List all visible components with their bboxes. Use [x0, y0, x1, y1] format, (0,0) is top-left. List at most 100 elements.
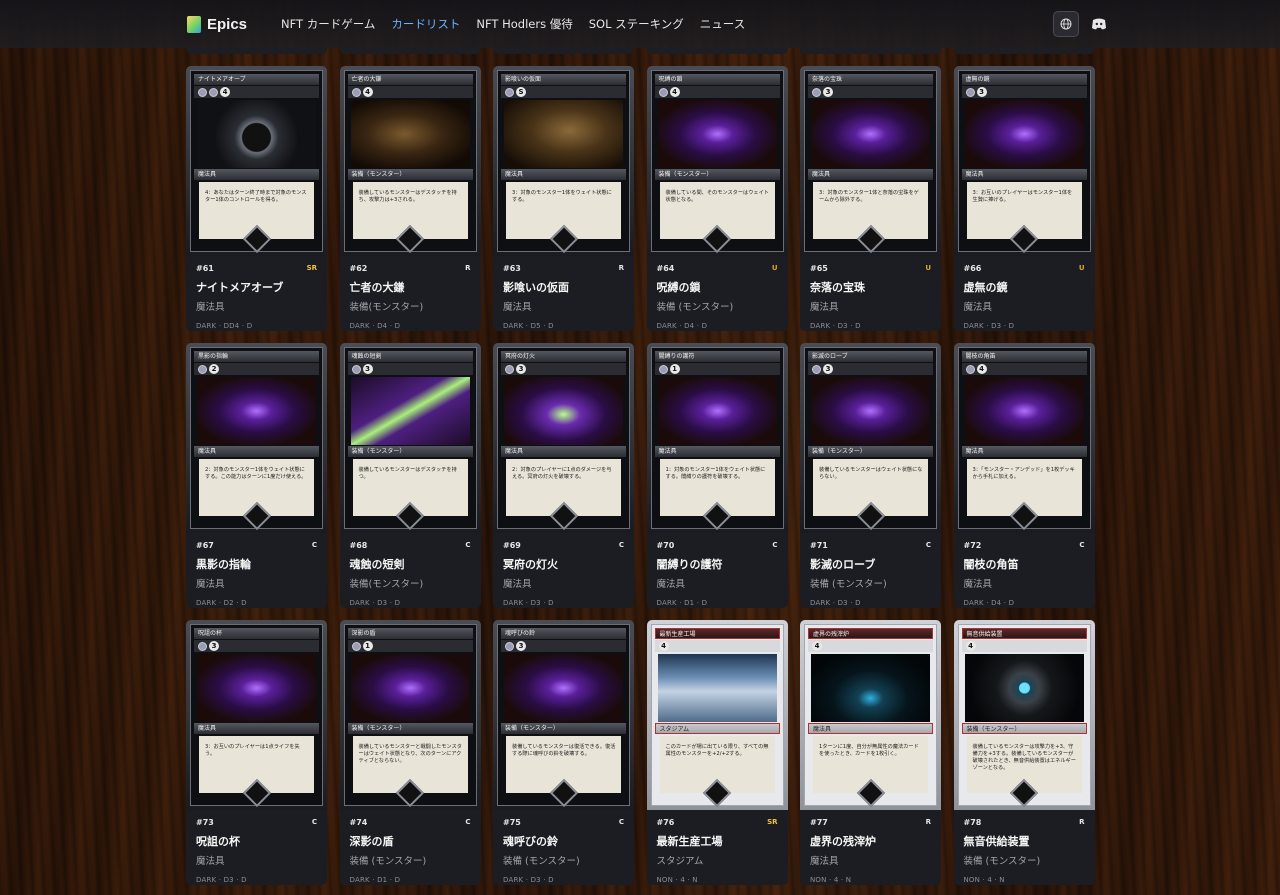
cost-bar: 3 — [501, 363, 626, 375]
nav-item-1[interactable]: カードリスト — [391, 16, 460, 32]
card-item[interactable]: 黒影の指輪 2 魔法具 2：対象のモンスター1体をウェイト状態にする。この能力は… — [186, 343, 327, 608]
energy-icon — [505, 87, 514, 97]
card-art-factory — [657, 654, 777, 722]
card-type-line: 魔法具 — [961, 446, 1087, 457]
card-number: #78 — [963, 818, 982, 827]
main-nav: NFT カードゲーム カードリスト NFT Hodlers 優待 SOL ステーキング… — [281, 16, 745, 32]
card-title: 黒影の指輪 — [196, 558, 251, 571]
card-name-bar: 亡者の大鎌 — [347, 74, 473, 85]
cost-bar: 4 — [654, 86, 780, 98]
card-item[interactable]: 無音供給装置 4 装備（モンスター） 装備しているモンスターは攻撃力を+3、守備… — [953, 620, 1095, 885]
card-number: #74 — [349, 818, 368, 827]
card-info: #74 C 深影の盾 装備 (モンスター) DARK · D1 · D — [340, 810, 481, 884]
card-title: 魂呼びの鈴 — [503, 835, 558, 848]
card-art-purple — [811, 100, 930, 168]
card-meta: DARK · D3 · D — [810, 322, 861, 330]
rarity-badge: SR — [306, 264, 317, 272]
card-item[interactable]: 最新生産工場 4 スタジアム このカードが場に出ている限り、すべての無属性のモン… — [646, 620, 788, 885]
card-subtype: 魔法具 — [963, 579, 993, 590]
card-name-bar: 虚界の残滓炉 — [808, 628, 933, 639]
card-info: #69 C 冥府の灯火 魔法具 DARK · D3 · D — [493, 533, 634, 607]
card-info: #75 C 魂呼びの鈴 装備 (モンスター) DARK · D3 · D — [493, 810, 634, 884]
cost-value: 4 — [220, 87, 230, 97]
card-image: 闇縛りの護符 1 魔法具 1：対象のモンスター1体をウェイト状態にする。闇縛りの… — [646, 343, 788, 533]
card-item[interactable]: 影喰いの仮面 S 魔法具 3：対象のモンスター1体をウェイト状態にする。 #63… — [493, 66, 634, 331]
card-info: #70 C 闇縛りの護符 魔法具 DARK · D1 · D — [647, 533, 788, 607]
card-type-line: 装備（モンスター） — [654, 169, 780, 180]
card-type-line: 魔法具 — [501, 169, 626, 180]
energy-icon — [658, 87, 668, 97]
nav-item-3[interactable]: SOL ステーキング — [589, 16, 684, 32]
card-info: #66 U 虚無の鏡 魔法具 DARK · D3 · D — [954, 256, 1095, 330]
card-art-void — [811, 654, 930, 722]
card-art-dark-orb — [197, 100, 316, 168]
card-item[interactable]: 影滅のローブ 3 装備（モンスター） 装備しているモンスターはウェイト状態になら… — [800, 343, 941, 608]
nav-item-4[interactable]: ニュース — [700, 16, 745, 32]
rarity-badge: SR — [767, 818, 778, 826]
card-item[interactable]: 奈落の宝珠 3 魔法具 3：対象のモンスター1体と奈落の宝珠をゲームから除外する… — [800, 66, 941, 331]
card-info: #73 C 呪詛の杯 魔法具 DARK · D3 · D — [186, 810, 327, 884]
card-item[interactable]: 虚界の残滓炉 4 魔法具 1ターンに1度、自分が無属性の魔法カードを使ったとき、… — [800, 620, 941, 885]
card-image: 深影の盾 1 装備（モンスター） 装備しているモンスターと戦闘したモンスターはウ… — [339, 620, 481, 810]
card-title: 虚無の鏡 — [963, 281, 1008, 294]
card-title: 深影の盾 — [349, 835, 394, 848]
card-meta: DARK · D3 · D — [503, 599, 554, 607]
rarity-badge: R — [618, 264, 624, 272]
previous-card-edge — [493, 48, 634, 54]
card-image: 影滅のローブ 3 装備（モンスター） 装備しているモンスターはウェイト状態になら… — [800, 343, 941, 533]
card-item[interactable]: 冥府の灯火 3 魔法具 2：対象のプレイヤーに1点のダメージを与える。冥府の灯火… — [493, 343, 634, 608]
card-item[interactable]: 虚無の鏡 3 魔法具 3：お互いのプレイヤーはモンスター1体を生贄に捧げる。 #… — [953, 66, 1095, 331]
card-item[interactable]: 闇枝の角笛 4 魔法具 3：「モンスター・アンデッド」を1枚デッキから手札に加え… — [953, 343, 1095, 608]
nav-item-0[interactable]: NFT カードゲーム — [281, 16, 375, 32]
card-subtype: 魔法具 — [963, 302, 993, 313]
card-image: 最新生産工場 4 スタジアム このカードが場に出ている限り、すべての無属性のモン… — [646, 620, 788, 810]
card-item[interactable]: 深影の盾 1 装備（モンスター） 装備しているモンスターと戦闘したモンスターはウ… — [339, 620, 481, 885]
card-number: #68 — [349, 541, 368, 550]
card-image: 虚界の残滓炉 4 魔法具 1ターンに1度、自分が無属性の魔法カードを使ったとき、… — [800, 620, 941, 810]
card-item[interactable]: ナイトメアオーブ 4 魔法具 4：あなたはターン終了時まで対象のモンスター1体の… — [186, 66, 327, 331]
card-item[interactable]: 呪縛の鎖 4 装備（モンスター） 装備している間、そのモンスターはウェイト状態と… — [646, 66, 788, 331]
card-subtype: 魔法具 — [503, 579, 532, 590]
card-subtype: 魔法具 — [196, 302, 225, 313]
card-type-line: 魔法具 — [808, 169, 933, 180]
cost-bar: 4 — [347, 86, 473, 98]
card-art-lantern — [504, 377, 623, 445]
card-name-bar: 最新生産工場 — [654, 628, 780, 639]
card-art-purple — [964, 100, 1084, 168]
card-item[interactable]: 呪詛の杯 3 魔法具 3：お互いのプレイヤーは1点ライフを失う。 #73 C 呪… — [186, 620, 327, 885]
cost-value: 3 — [209, 641, 219, 651]
card-info: #71 C 影滅のローブ 装備 (モンスター) DARK · D3 · D — [800, 533, 941, 607]
card-info: #76 SR 最新生産工場 スタジアム NON · 4 · N — [647, 810, 788, 884]
card-image: 冥府の灯火 3 魔法具 2：対象のプレイヤーに1点のダメージを与える。冥府の灯火… — [493, 343, 634, 533]
card-type-line: 魔法具 — [194, 169, 319, 180]
rarity-badge: C — [772, 541, 778, 549]
card-info: #62 R 亡者の大鎌 装備(モンスター) DARK · D4 · D — [340, 256, 481, 330]
logo[interactable]: Epics — [187, 15, 247, 33]
cost-bar: 1 — [347, 640, 473, 652]
card-subtype: 装備 (モンスター) — [810, 579, 887, 590]
cost-value: S — [516, 87, 526, 97]
cost-value: 3 — [823, 364, 833, 374]
card-meta: DARK · D5 · D — [503, 322, 554, 330]
cost-value: 2 — [209, 364, 219, 374]
nav-item-2[interactable]: NFT Hodlers 優待 — [476, 16, 572, 32]
card-subtype: 装備(モンスター) — [349, 302, 424, 313]
card-number: #61 — [196, 264, 214, 273]
card-item[interactable]: 亡者の大鎌 4 装備（モンスター） 装備しているモンスターはデスタッチを持ち、攻… — [339, 66, 481, 331]
discord-link[interactable] — [1090, 15, 1108, 33]
language-button[interactable] — [1053, 11, 1079, 37]
card-meta: DARK · D3 · D — [810, 599, 861, 607]
card-item[interactable]: 魂呼びの鈴 3 装備（モンスター） 装備しているモンスターは復活できる。復活する… — [493, 620, 634, 885]
card-item[interactable]: 魂蝕の短剣 3 装備（モンスター） 装備しているモンスターはデスタッチを持つ。 … — [339, 343, 481, 608]
card-type-line: 魔法具 — [194, 446, 319, 457]
card-meta: DARK · DD4 · D — [196, 322, 253, 330]
cost-bar: 3 — [808, 86, 933, 98]
card-image: 影喰いの仮面 S 魔法具 3：対象のモンスター1体をウェイト状態にする。 — [493, 66, 634, 256]
card-art-reaper — [350, 100, 470, 168]
cost-value: 4 — [812, 641, 822, 651]
card-name-bar: 魂呼びの鈴 — [501, 628, 626, 639]
card-item[interactable]: 闇縛りの護符 1 魔法具 1：対象のモンスター1体をウェイト状態にする。闇縛りの… — [646, 343, 788, 608]
card-name-bar: 冥府の灯火 — [501, 351, 626, 362]
rarity-badge: U — [1078, 264, 1085, 272]
card-subtype: 魔法具 — [656, 579, 686, 590]
